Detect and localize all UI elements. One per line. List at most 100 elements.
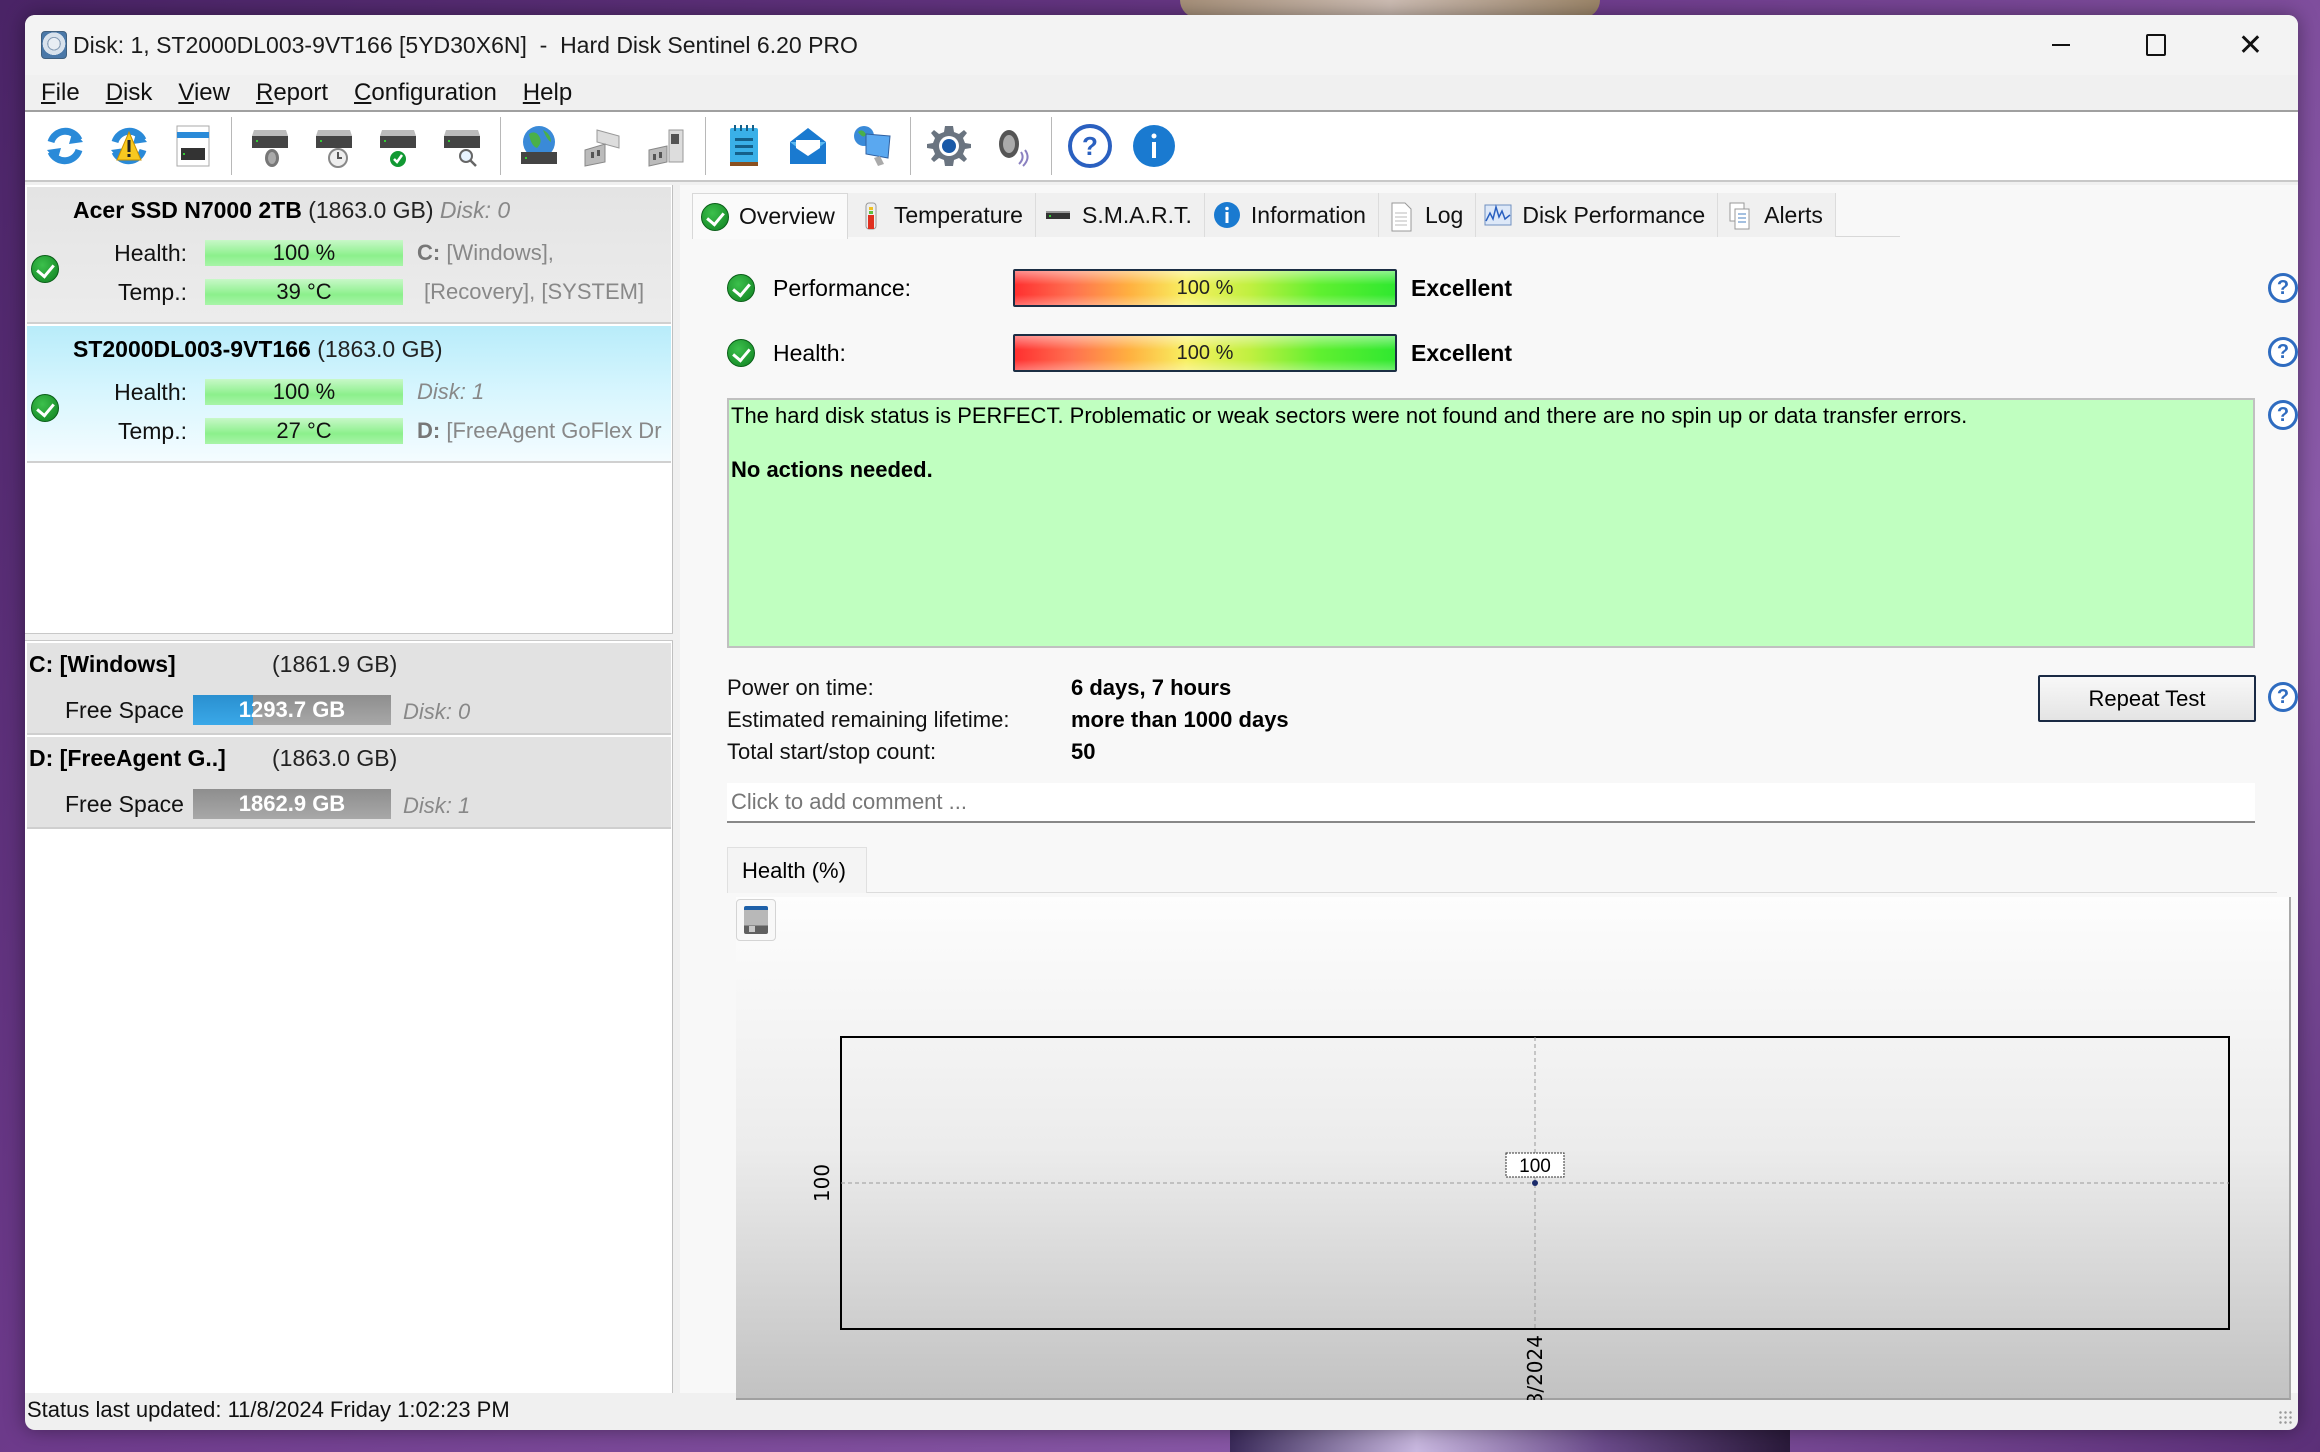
disk-item-selected[interactable]: ST2000DL003-9VT166 (1863.0 GB) Health: 1… (27, 326, 671, 463)
health-chart: 100 11/8/2024 100 (736, 897, 2291, 1400)
app-window: Disk: 1, ST2000DL003-9VT166 [5YD30X6N] -… (25, 15, 2298, 1430)
network-computer-button[interactable] (844, 118, 900, 174)
help-icon[interactable]: ? (2268, 273, 2298, 303)
wallpaper (1230, 1430, 1790, 1452)
refresh-warning-button[interactable] (101, 118, 157, 174)
resize-grip[interactable] (2278, 1410, 2292, 1424)
drive-tower-button[interactable] (639, 118, 695, 174)
close-icon: ✕ (2237, 27, 2264, 63)
data-label: 100 (1519, 1156, 1551, 1177)
tab-overview[interactable]: Overview (692, 193, 848, 239)
volume-item[interactable]: C: [Windows] (1861.9 GB) Free Space 1293… (27, 643, 671, 735)
action-message: No actions needed. (731, 457, 933, 482)
disk-clock-icon (316, 130, 352, 168)
status-bar: Status last updated: 11/8/2024 Friday 1:… (27, 1397, 510, 1422)
x-tick-label: 11/8/2024 (1523, 1335, 1547, 1400)
free-space-bar: 1293.7 GB (193, 695, 391, 725)
title-bar: Disk: 1, ST2000DL003-9VT166 [5YD30X6N] -… (25, 15, 2298, 75)
menu-help[interactable]: Help (517, 79, 578, 107)
disk-window-button[interactable] (165, 118, 221, 174)
disk-sound-icon (252, 130, 288, 167)
free-space-label: Free Space (65, 791, 184, 817)
disk-number: Disk: 0 (439, 197, 511, 223)
check-icon (31, 394, 59, 422)
menu-configuration[interactable]: Configuration (348, 79, 503, 107)
volume-disk-number: Disk: 0 (403, 699, 471, 724)
disk-name: Acer SSD N7000 2TB (73, 197, 302, 223)
network-disk-button[interactable] (511, 118, 567, 174)
performance-chart-icon (1484, 201, 1512, 229)
tab-log[interactable]: Log (1378, 193, 1477, 237)
document-icon (1387, 201, 1415, 232)
health-chart-svg: 100 11/8/2024 100 (810, 1036, 2230, 1400)
menu-disk[interactable]: Disk (100, 79, 159, 107)
disk-search-button[interactable] (434, 118, 490, 174)
help-icon[interactable]: ? (2268, 337, 2298, 367)
comment-input[interactable] (727, 783, 2255, 823)
info-row: Total start/stop count: 50 (727, 739, 1096, 764)
thermometer-icon (856, 201, 884, 230)
disk-name: ST2000DL003-9VT166 (73, 336, 311, 362)
disk-schedule-button[interactable] (306, 118, 362, 174)
help-icon[interactable]: ? (2268, 400, 2298, 430)
menu-view[interactable]: View (172, 79, 236, 107)
tab-bar: Overview Temperature S.M.A.R.T. Informat… (692, 193, 1900, 239)
menu-bar: File Disk View Report Configuration Help (25, 75, 2298, 112)
email-button[interactable] (780, 118, 836, 174)
drive-tray-button[interactable] (575, 118, 631, 174)
toolbar-separator (705, 117, 706, 175)
hard-disk-app-icon (41, 31, 67, 59)
health-label: Health: (114, 379, 187, 405)
disk-info: Power on time: 6 days, 7 hours Estimated … (727, 672, 1289, 768)
disk-list-panel: Acer SSD N7000 2TB (1863.0 GB) Disk: 0 H… (25, 185, 673, 1393)
health-label: Health: (114, 240, 187, 266)
drive-icon (1044, 201, 1072, 229)
menu-file[interactable]: File (35, 79, 86, 107)
tab-alerts[interactable]: Alerts (1718, 193, 1836, 237)
panel-divider[interactable] (25, 633, 673, 641)
disk-search-icon (444, 130, 480, 167)
close-button[interactable]: ✕ (2203, 15, 2298, 75)
drive-tower-icon (648, 129, 684, 167)
disk-window-icon (176, 125, 210, 167)
about-button[interactable] (1126, 118, 1182, 174)
performance-label: Performance: (773, 274, 912, 301)
settings-button[interactable] (921, 118, 977, 174)
volume-disk-number: Disk: 1 (403, 793, 471, 818)
notepad-icon (730, 125, 758, 166)
repeat-test-button[interactable]: Repeat Test (2038, 675, 2256, 722)
help-icon[interactable]: ? (2268, 682, 2298, 712)
notepad-button[interactable] (716, 118, 772, 174)
toolbar-separator (500, 117, 501, 175)
minimize-button[interactable] (2013, 15, 2108, 75)
help-button[interactable]: ? (1062, 118, 1118, 174)
free-space-bar: 1862.9 GB (193, 789, 391, 819)
tab-health-chart[interactable]: Health (%) (727, 847, 867, 893)
tab-information[interactable]: Information (1204, 193, 1379, 237)
maximize-button[interactable] (2108, 15, 2203, 75)
temp-bar: 27 °C (205, 418, 403, 444)
volume-item[interactable]: D: [FreeAgent G..] (1863.0 GB) Free Spac… (27, 737, 671, 829)
tab-smart[interactable]: S.M.A.R.T. (1035, 193, 1205, 237)
health-rating: Excellent (1411, 339, 1512, 366)
save-chart-button[interactable] (736, 899, 776, 941)
disk-size: (1863.0 GB) (317, 336, 443, 362)
network-disk-icon (521, 126, 557, 164)
sound-settings-button[interactable] (985, 118, 1041, 174)
disk-sound-button[interactable] (242, 118, 298, 174)
disk-item[interactable]: Acer SSD N7000 2TB (1863.0 GB) Disk: 0 H… (27, 187, 671, 324)
disk-test-button[interactable] (370, 118, 426, 174)
volume-size: (1861.9 GB) (272, 651, 398, 677)
tab-temperature[interactable]: Temperature (847, 193, 1036, 237)
health-bar: 100 % (1013, 334, 1397, 372)
disk-partitions-more: [Recovery], [SYSTEM] (424, 279, 645, 304)
performance-row: Performance: 100 % Excellent (727, 268, 1512, 308)
check-icon (701, 202, 729, 231)
disk-check-icon (380, 130, 416, 167)
y-tick-label: 100 (810, 1164, 834, 1202)
refresh-button[interactable] (37, 118, 93, 174)
info-icon (1133, 125, 1175, 167)
volume-name: D: [FreeAgent G..] (29, 745, 226, 771)
tab-disk-performance[interactable]: Disk Performance (1476, 193, 1719, 237)
menu-report[interactable]: Report (250, 79, 334, 107)
